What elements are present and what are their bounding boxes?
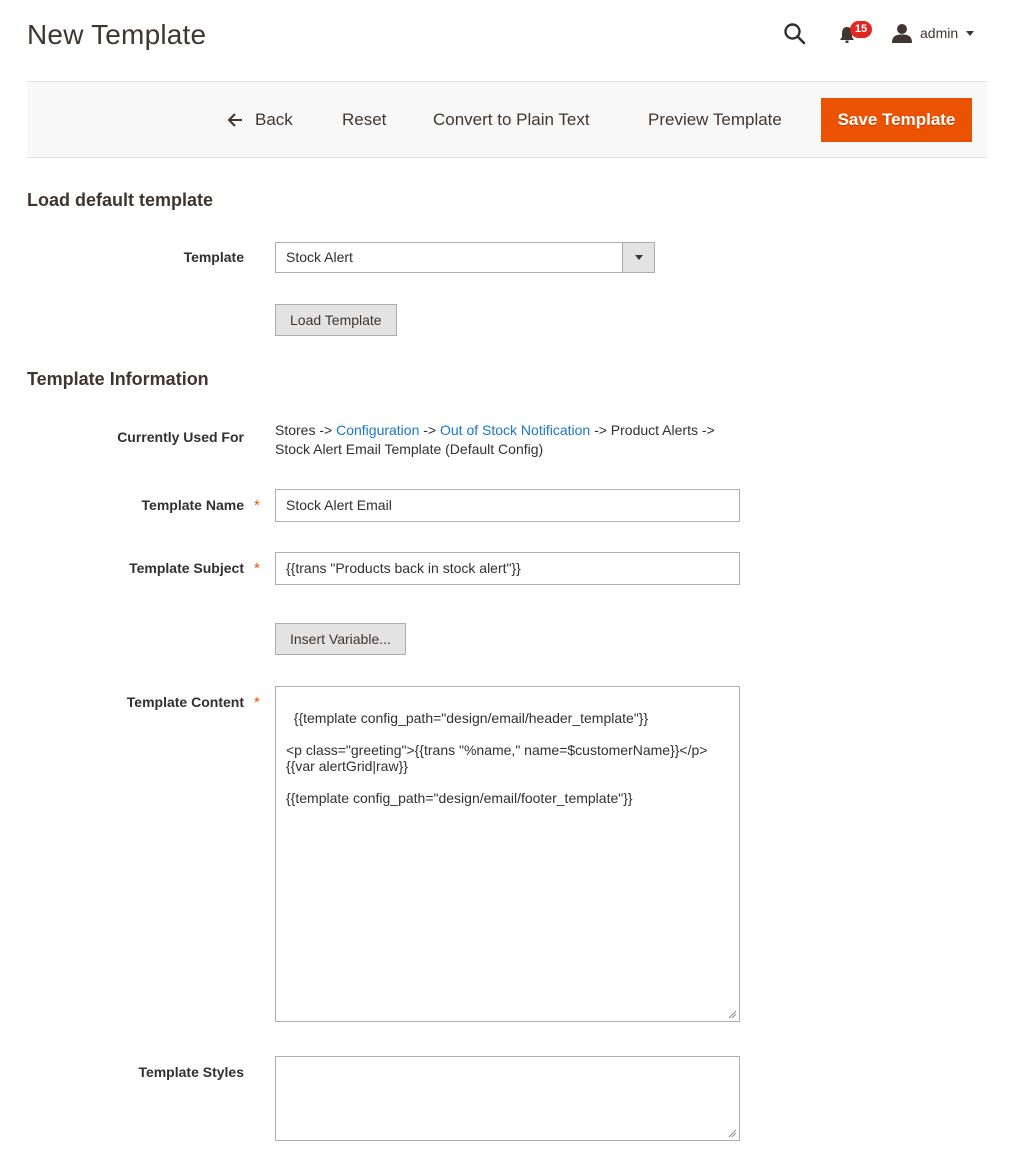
resize-handle-icon[interactable] [728,1129,737,1138]
required-marker: * [254,694,260,711]
template-name-label: Template Name [141,497,244,513]
template-styles-textarea[interactable] [275,1056,740,1141]
admin-user-menu[interactable]: admin [892,22,975,44]
used-for-text: -> [419,422,440,438]
convert-to-plain-text-button[interactable]: Convert to Plain Text [433,98,590,142]
out-of-stock-notification-link[interactable]: Out of Stock Notification [440,422,590,438]
currently-used-for-label: Currently Used For [117,429,244,445]
insert-variable-button[interactable]: Insert Variable... [275,623,406,655]
required-marker: * [254,497,260,514]
template-select[interactable]: Stock Alert [275,242,655,273]
select-toggle[interactable] [622,243,654,272]
template-styles-label: Template Styles [138,1064,244,1080]
load-template-button[interactable]: Load Template [275,304,397,336]
back-button[interactable]: Back [227,98,293,142]
page-actions-bar: Back Reset Convert to Plain Text Preview… [27,81,987,158]
page-title: New Template [27,19,207,50]
template-name-input[interactable]: Stock Alert Email [275,489,740,522]
template-content-label: Template Content [126,694,244,710]
user-icon [892,24,912,43]
admin-username: admin [920,25,959,41]
template-subject-input[interactable]: {{trans "Products back in stock alert"}} [275,552,740,585]
caret-down-icon [635,255,643,260]
arrow-left-icon [227,113,242,127]
resize-handle-icon[interactable] [728,1010,737,1019]
reset-button[interactable]: Reset [342,98,386,142]
notifications-button[interactable]: 15 [836,20,876,48]
preview-template-button[interactable]: Preview Template [648,98,782,142]
required-marker: * [254,560,260,577]
notifications-badge: 15 [850,21,872,38]
template-content-value: {{template config_path="design/email/hea… [286,710,708,806]
caret-down-icon [966,30,975,36]
template-information-section-title: Template Information [27,369,209,389]
search-icon [784,23,806,45]
currently-used-for-value: Stores -> Configuration -> Out of Stock … [275,421,735,459]
used-for-text: Stores -> [275,422,337,438]
search-button[interactable] [783,22,809,48]
configuration-link[interactable]: Configuration [336,422,419,438]
template-content-textarea[interactable]: {{template config_path="design/email/hea… [275,686,740,1022]
load-default-section-title: Load default template [27,190,214,210]
template-select-label: Template [183,249,244,265]
template-select-value: Stock Alert [286,249,353,265]
back-button-label: Back [255,110,293,129]
save-template-button[interactable]: Save Template [821,98,972,142]
template-subject-label: Template Subject [129,560,244,576]
